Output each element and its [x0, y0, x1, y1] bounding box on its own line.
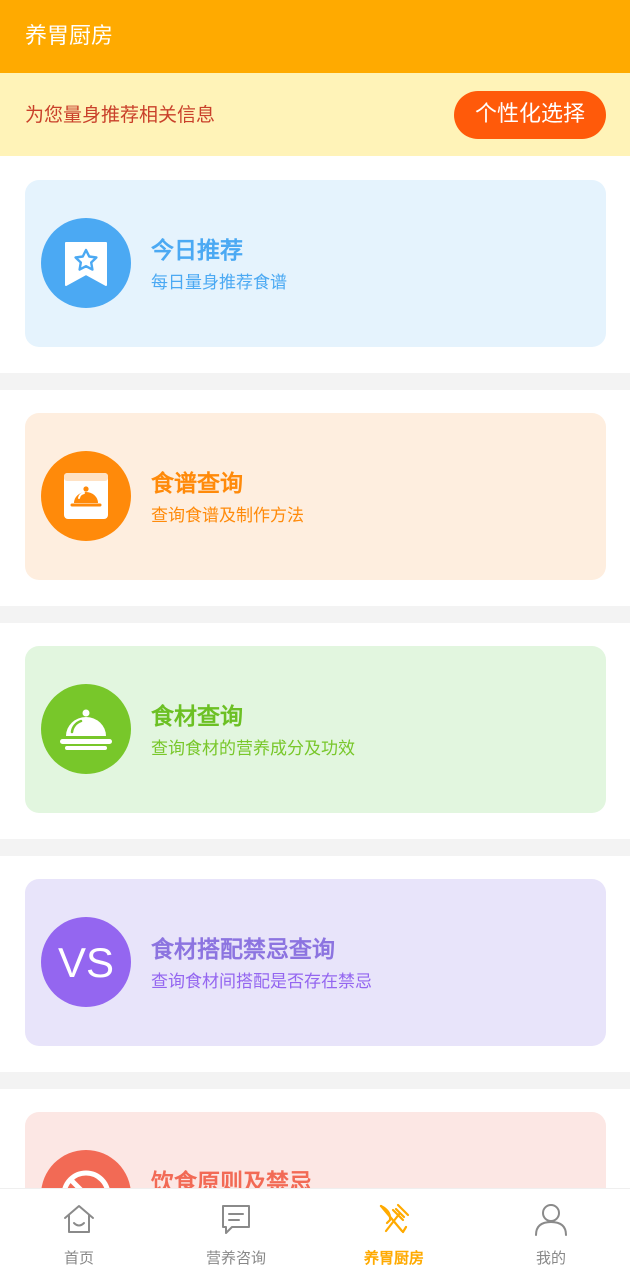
tab-label: 营养咨询 — [205, 1249, 266, 1267]
section-pairing: VS 食材搭配禁忌查询 查询食材间搭配是否存在禁忌 — [0, 856, 630, 1072]
utensils-icon — [379, 1203, 410, 1234]
tab-label: 养胃厨房 — [363, 1249, 424, 1267]
section-divider — [0, 839, 630, 856]
card-subtitle: 每日量身推荐食谱 — [151, 273, 287, 293]
tab-label: 我的 — [535, 1249, 566, 1267]
page-title: 养胃厨房 — [25, 24, 114, 49]
card-subtitle: 查询食材的营养成分及功效 — [151, 739, 355, 759]
card-pairing-taboo[interactable]: VS 食材搭配禁忌查询 查询食材间搭配是否存在禁忌 — [25, 879, 606, 1046]
bottom-tab-bar: 首页 营养咨询 养胃厨房 我的 — [0, 1188, 630, 1281]
bookmark-star-icon — [65, 242, 107, 286]
section-today: 今日推荐 每日量身推荐食谱 — [0, 156, 630, 373]
card-title: 食材搭配禁忌查询 — [151, 937, 335, 963]
banner-message: 为您量身推荐相关信息 — [25, 104, 216, 126]
section-diet-principles: 饮食原则及禁忌 — [0, 1089, 630, 1188]
card-title: 饮食原则及禁忌 — [151, 1170, 312, 1188]
recipe-book-icon — [64, 473, 108, 519]
card-icon-circle: VS — [41, 917, 131, 1007]
card-recipe-search[interactable]: 食谱查询 查询食谱及制作方法 — [25, 413, 606, 580]
card-icon-circle — [41, 218, 131, 308]
recommendation-banner: 为您量身推荐相关信息 个性化选择 — [0, 73, 630, 156]
home-icon — [64, 1205, 94, 1233]
card-icon-circle — [41, 1150, 131, 1188]
section-divider — [0, 373, 630, 390]
card-icon-circle — [41, 451, 131, 541]
tab-label: 首页 — [63, 1249, 94, 1267]
card-subtitle: 查询食谱及制作方法 — [151, 506, 304, 526]
tab-consult[interactable]: 营养咨询 — [176, 1189, 296, 1281]
tab-kitchen[interactable]: 养胃厨房 — [334, 1189, 454, 1281]
card-icon-circle — [41, 684, 131, 774]
card-today-recommend[interactable]: 今日推荐 每日量身推荐食谱 — [25, 180, 606, 347]
card-title: 今日推荐 — [151, 238, 243, 264]
app-header: 养胃厨房 — [0, 0, 630, 73]
card-subtitle: 查询食材间搭配是否存在禁忌 — [151, 972, 372, 992]
chat-icon — [222, 1205, 250, 1234]
forbidden-icon — [62, 1170, 110, 1188]
vs-icon: VS — [58, 939, 114, 986]
section-recipe: 食谱查询 查询食谱及制作方法 — [0, 390, 630, 606]
cloche-icon — [60, 709, 112, 750]
section-divider — [0, 606, 630, 623]
section-divider — [0, 1072, 630, 1089]
card-diet-principles[interactable]: 饮食原则及禁忌 — [25, 1112, 606, 1188]
card-title: 食材查询 — [151, 704, 243, 730]
vs-icon-text: VS — [58, 939, 114, 986]
user-icon — [535, 1204, 567, 1236]
tab-profile[interactable]: 我的 — [491, 1189, 611, 1281]
tab-home[interactable]: 首页 — [19, 1189, 139, 1281]
feature-list[interactable]: 今日推荐 每日量身推荐食谱 食谱查询 查询食谱及制作方法 食材查询 查询食材的营… — [0, 156, 630, 1188]
card-ingredient-search[interactable]: 食材查询 查询食材的营养成分及功效 — [25, 646, 606, 813]
card-title: 食谱查询 — [151, 471, 243, 497]
personalize-button[interactable]: 个性化选择 — [454, 91, 606, 139]
section-ingredient: 食材查询 查询食材的营养成分及功效 — [0, 623, 630, 839]
